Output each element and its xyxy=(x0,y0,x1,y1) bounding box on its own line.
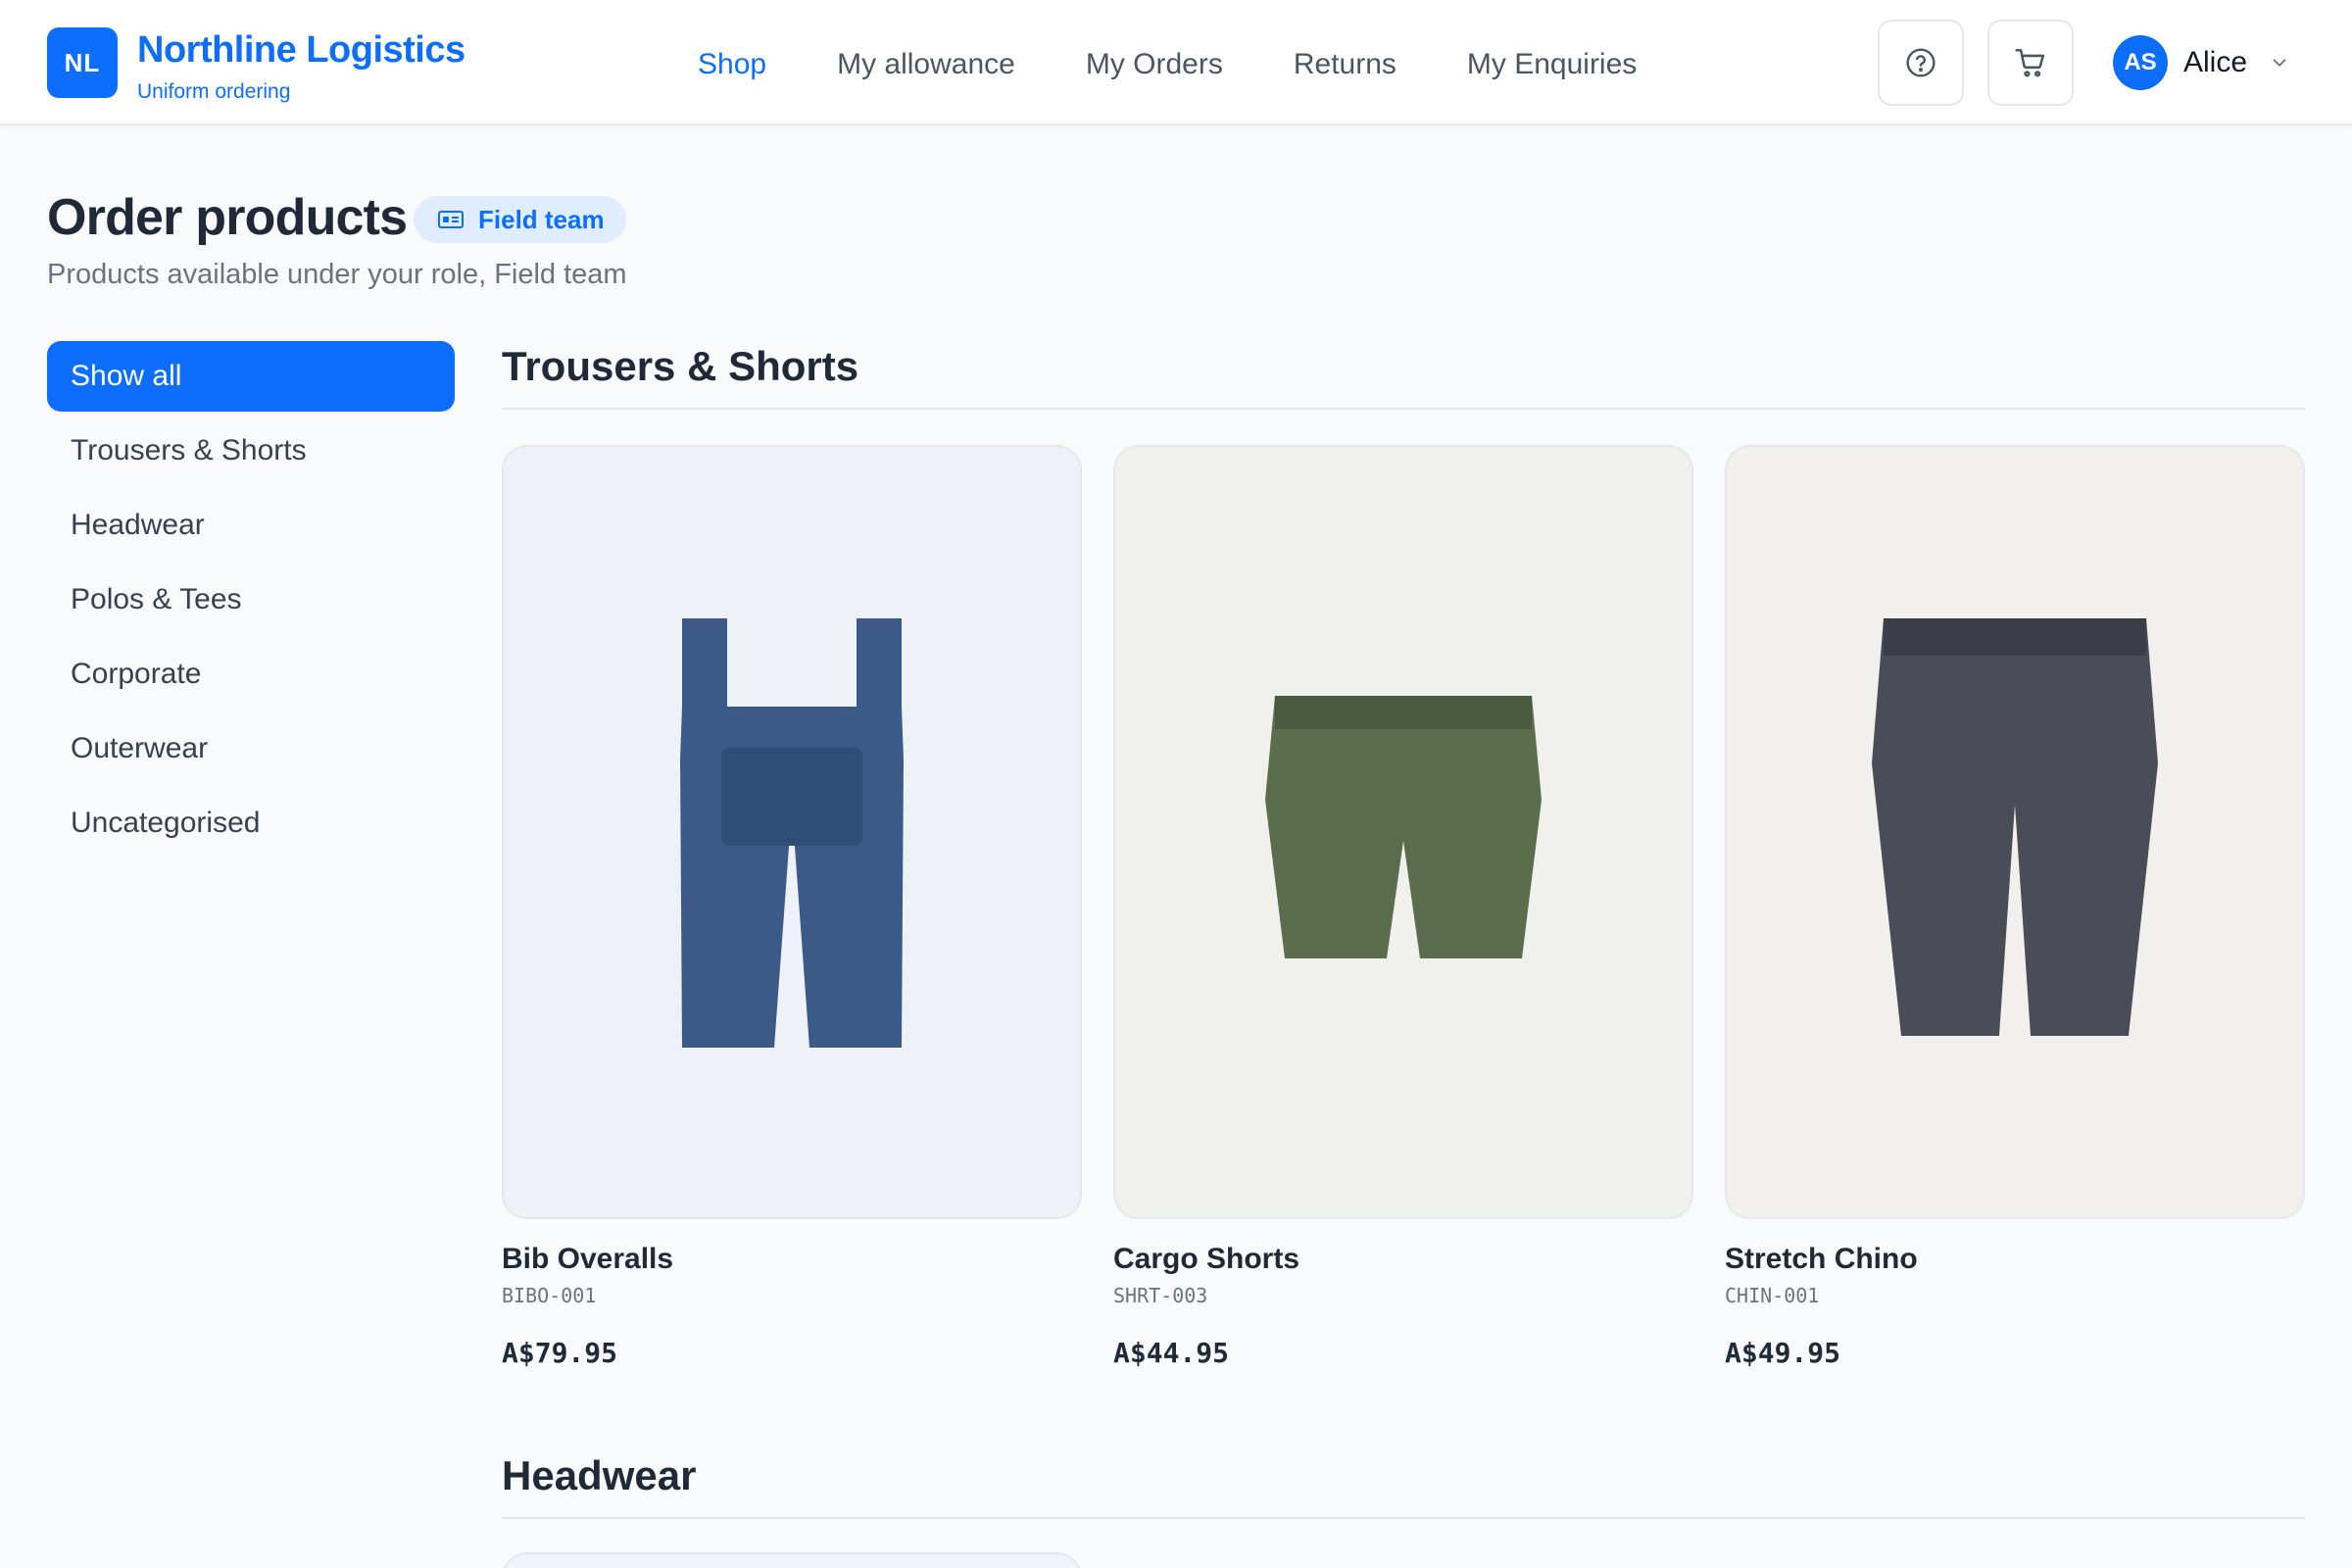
product-card-cargo-shorts[interactable]: Cargo Shorts SHRT-003 A$44.95 xyxy=(1113,445,1693,1369)
help-button[interactable] xyxy=(1878,20,1964,106)
cargo-shorts-icon xyxy=(1265,696,1542,958)
id-card-icon xyxy=(437,209,465,230)
brand-name[interactable]: Northline Logistics xyxy=(137,29,466,72)
user-menu[interactable]: AS Alice xyxy=(2113,33,2290,92)
nav-shop[interactable]: Shop xyxy=(698,48,766,81)
role-badge: Field team xyxy=(414,196,626,243)
section-title-trousers-shorts: Trousers & Shorts xyxy=(502,343,2305,410)
product-price: A$79.95 xyxy=(502,1337,618,1369)
bib-overalls-icon xyxy=(680,618,904,1048)
product-sku: BIBO-001 xyxy=(502,1284,597,1307)
page-subtitle: Products available under your role, Fiel… xyxy=(47,259,627,290)
category-corporate[interactable]: Corporate xyxy=(47,639,455,710)
category-outerwear[interactable]: Outerwear xyxy=(47,713,455,784)
top-header: NL Northline Logistics Uniform ordering … xyxy=(0,0,2352,125)
product-price: A$49.95 xyxy=(1725,1337,1841,1369)
help-circle-icon xyxy=(1906,48,1936,77)
product-card-bib-overalls[interactable]: Bib Overalls BIBO-001 A$79.95 xyxy=(502,445,1082,1369)
cart-icon xyxy=(2015,48,2045,77)
role-badge-label: Field team xyxy=(478,204,605,234)
product-sku: CHIN-001 xyxy=(1725,1284,1820,1307)
category-trousers-shorts[interactable]: Trousers & Shorts xyxy=(47,416,455,486)
product-image[interactable] xyxy=(1113,445,1693,1219)
product-image[interactable] xyxy=(502,445,1082,1219)
product-name[interactable]: Cargo Shorts xyxy=(1113,1243,1693,1276)
section-title-headwear: Headwear xyxy=(502,1452,2305,1519)
product-card-partial[interactable] xyxy=(502,1552,1082,1568)
category-sidebar: Show all Trousers & Shorts Headwear Polo… xyxy=(47,341,455,862)
product-image[interactable] xyxy=(1725,445,2305,1219)
nav-my-enquiries[interactable]: My Enquiries xyxy=(1467,48,1637,81)
product-card-stretch-chino[interactable]: Stretch Chino CHIN-001 A$49.95 xyxy=(1725,445,2305,1369)
product-name[interactable]: Stretch Chino xyxy=(1725,1243,2305,1276)
product-sku: SHRT-003 xyxy=(1113,1284,1208,1307)
product-price: A$44.95 xyxy=(1113,1337,1230,1369)
nav-my-orders[interactable]: My Orders xyxy=(1086,48,1223,81)
main-nav: Shop My allowance My Orders Returns My E… xyxy=(698,43,1707,86)
chevron-down-icon xyxy=(2269,52,2290,74)
category-headwear[interactable]: Headwear xyxy=(47,490,455,561)
page-title: Order products xyxy=(47,189,408,246)
brand-subtitle: Uniform ordering xyxy=(137,80,291,103)
chino-trousers-icon xyxy=(1872,618,2158,1036)
category-show-all[interactable]: Show all xyxy=(47,341,455,412)
nav-my-allowance[interactable]: My allowance xyxy=(837,48,1015,81)
avatar[interactable]: AS xyxy=(2113,35,2168,90)
brand-logo[interactable]: NL xyxy=(47,27,118,98)
cart-button[interactable] xyxy=(1987,20,2074,106)
nav-returns[interactable]: Returns xyxy=(1294,48,1396,81)
product-name[interactable]: Bib Overalls xyxy=(502,1243,1082,1276)
user-name: Alice xyxy=(2183,46,2248,78)
category-uncategorised[interactable]: Uncategorised xyxy=(47,788,455,858)
category-polos-tees[interactable]: Polos & Tees xyxy=(47,564,455,635)
